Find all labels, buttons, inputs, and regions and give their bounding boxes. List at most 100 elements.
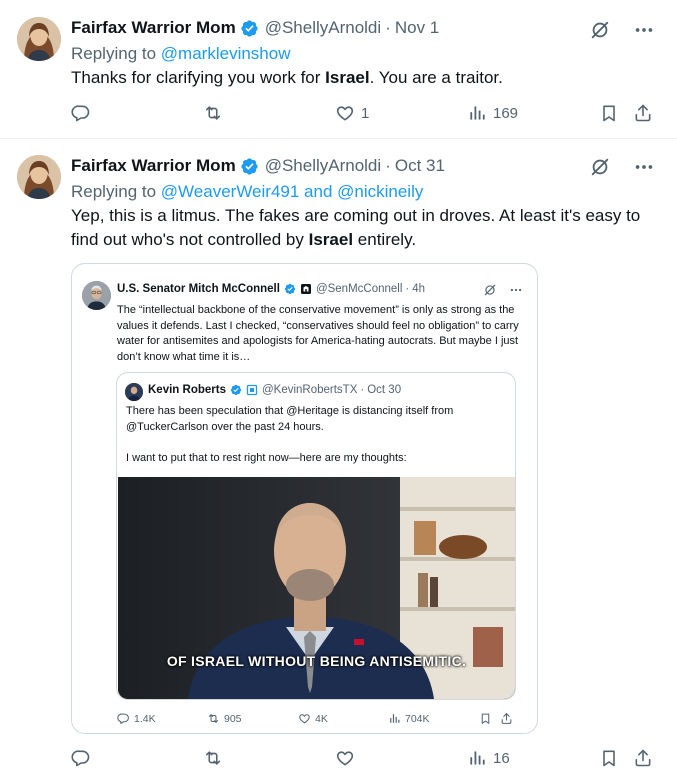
reply-icon — [71, 103, 91, 123]
quoted-tweet-card[interactable]: U.S. Senator Mitch McConnell @SenMcConne… — [71, 263, 538, 734]
video-player[interactable]: OF ISRAEL WITHOUT BEING ANTISEMITIC. — [118, 477, 515, 699]
author-handle[interactable]: @ShellyArnoldi — [265, 18, 381, 38]
verified-badge-icon — [230, 384, 242, 396]
grok-icon[interactable] — [589, 156, 611, 178]
tweet-top-icons — [589, 19, 655, 41]
quoted-retweet-count: 905 — [224, 712, 242, 725]
tweet-actions: 16 — [71, 748, 656, 772]
tweet-text-part: entirely. — [353, 230, 417, 249]
avatar[interactable] — [125, 383, 143, 401]
like-icon — [335, 103, 355, 123]
verified-badge-icon — [240, 157, 259, 176]
replying-to-link[interactable]: @WeaverWeir491 and @nickineily — [161, 182, 424, 201]
quoted-tweet-header: U.S. Senator Mitch McConnell @SenMcConne… — [117, 283, 425, 295]
tweet-text-part: Thanks for clarifying you work for — [71, 68, 326, 87]
tweet-text-bold: Israel — [325, 68, 370, 87]
affiliate-badge-icon — [300, 283, 312, 295]
tweet-text: Yep, this is a litmus. The fakes are com… — [71, 204, 656, 252]
author-name[interactable]: Fairfax Warrior Mom — [71, 18, 236, 38]
quoted-tweet-text: The “intellectual backbone of the conser… — [117, 304, 519, 363]
quoted-retweet-button[interactable]: 905 — [207, 712, 242, 725]
more-icon[interactable] — [633, 19, 655, 41]
views-icon — [467, 748, 487, 768]
views-count: 16 — [493, 749, 510, 767]
share-icon — [500, 712, 513, 725]
quoted-time[interactable]: 4h — [412, 283, 425, 295]
tweet-header: Fairfax Warrior Mom @ShellyArnoldi · Nov… — [71, 17, 439, 39]
quoted-like-count: 4K — [315, 712, 328, 725]
replying-prefix: Replying to — [71, 182, 157, 201]
reply-button[interactable] — [71, 103, 97, 123]
reply-button[interactable] — [71, 748, 97, 768]
retweet-button[interactable] — [203, 103, 229, 123]
views-icon — [467, 103, 487, 123]
like-button[interactable] — [335, 748, 361, 768]
tweet-date[interactable]: Nov 1 — [395, 18, 439, 38]
tweet-actions: 1 169 — [71, 103, 656, 127]
retweet-icon — [203, 748, 223, 768]
retweet-icon — [207, 712, 220, 725]
separator: · — [385, 18, 391, 37]
grok-icon[interactable] — [483, 283, 497, 297]
replying-to: Replying to @WeaverWeir491 and @nickinei… — [71, 182, 423, 202]
author-handle[interactable]: @ShellyArnoldi — [265, 156, 381, 176]
video-caption: OF ISRAEL WITHOUT BEING ANTISEMITIC. — [166, 653, 467, 669]
quoted-author-handle[interactable]: @SenMcConnell — [316, 283, 402, 295]
tweet-date[interactable]: Oct 31 — [395, 156, 445, 176]
bookmark-button[interactable] — [599, 103, 619, 123]
bookmark-icon — [599, 748, 619, 768]
affiliate-badge-icon — [246, 384, 258, 396]
bookmark-icon — [599, 103, 619, 123]
views-button[interactable]: 169 — [467, 103, 518, 123]
tweet-text: Thanks for clarifying you work for Israe… — [71, 66, 656, 90]
verified-badge-icon — [240, 19, 259, 38]
like-icon — [298, 712, 311, 725]
tweet-text-bold: Israel — [308, 230, 354, 249]
quoted-reply-button[interactable]: 1.4K — [117, 712, 156, 725]
bookmark-button[interactable] — [599, 748, 619, 768]
share-icon — [633, 103, 653, 123]
verified-badge-icon — [284, 283, 296, 295]
quoted-bookmark-button[interactable] — [479, 712, 492, 725]
grok-icon[interactable] — [589, 19, 611, 41]
views-button[interactable]: 16 — [467, 748, 510, 768]
quoted-share-button[interactable] — [500, 712, 513, 725]
tweet-header: Fairfax Warrior Mom @ShellyArnoldi · Oct… — [71, 155, 445, 177]
separator: · — [385, 156, 391, 175]
quoted-like-button[interactable]: 4K — [298, 712, 328, 725]
nested-tweet-header: Kevin Roberts @KevinRobertsTX · Oct 30 — [148, 384, 401, 396]
more-icon[interactable] — [633, 156, 655, 178]
nested-tweet-text: There has been speculation that @Heritag… — [126, 404, 506, 467]
views-count: 169 — [493, 104, 519, 122]
nested-author-handle[interactable]: @KevinRobertsTX — [262, 384, 357, 396]
quoted-tweet-actions: 1.4K 905 4K 704K — [117, 712, 517, 728]
tweet-text-part: . You are a traitor. — [369, 68, 503, 87]
replying-to: Replying to @marklevinshow — [71, 44, 290, 64]
quoted-reply-count: 1.4K — [134, 712, 156, 725]
avatar[interactable] — [17, 155, 61, 199]
avatar[interactable] — [17, 17, 61, 61]
views-icon — [388, 712, 401, 725]
reply-icon — [117, 712, 130, 725]
nested-author-name[interactable]: Kevin Roberts — [148, 384, 226, 396]
tweet-top-icons — [589, 156, 655, 178]
retweet-button[interactable] — [203, 748, 229, 768]
reply-icon — [71, 748, 91, 768]
nested-date[interactable]: Oct 30 — [367, 384, 401, 396]
share-button[interactable] — [633, 103, 653, 123]
tweet[interactable]: Fairfax Warrior Mom @ShellyArnoldi · Nov… — [0, 0, 677, 139]
quoted-views-button[interactable]: 704K — [388, 712, 430, 725]
like-button[interactable]: 1 — [335, 103, 369, 123]
replying-prefix: Replying to — [71, 44, 157, 63]
like-count: 1 — [361, 104, 370, 122]
author-name[interactable]: Fairfax Warrior Mom — [71, 156, 236, 176]
share-icon — [633, 748, 653, 768]
tweet[interactable]: Fairfax Warrior Mom @ShellyArnoldi · Oct… — [0, 140, 677, 778]
avatar[interactable] — [82, 281, 111, 310]
share-button[interactable] — [633, 748, 653, 768]
replying-to-link[interactable]: @marklevinshow — [161, 44, 291, 63]
nested-quoted-tweet[interactable]: Kevin Roberts @KevinRobertsTX · Oct 30 T… — [116, 372, 516, 700]
more-icon[interactable] — [509, 283, 523, 297]
quoted-author-name[interactable]: U.S. Senator Mitch McConnell — [117, 283, 280, 295]
quoted-top-icons — [483, 283, 523, 297]
